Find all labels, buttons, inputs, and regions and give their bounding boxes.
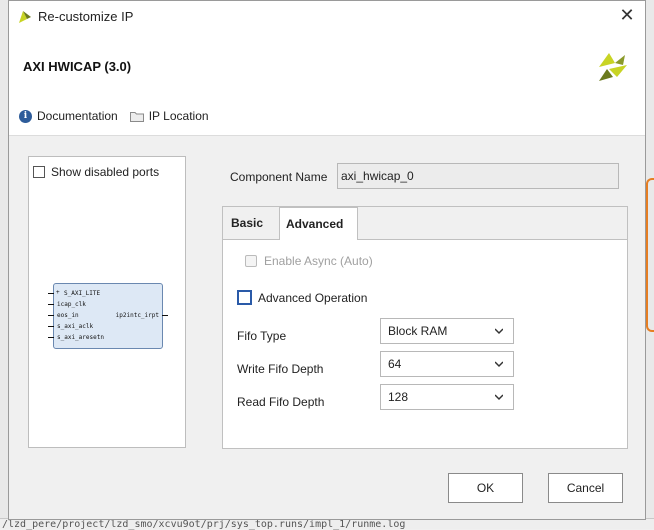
info-icon: i — [19, 109, 32, 123]
recustomize-ip-dialog: Re-customize IP ✕ AXI HWICAP (3.0) i Doc… — [8, 0, 646, 520]
read-fifo-depth-label: Read Fifo Depth — [237, 395, 325, 409]
fifo-type-value: Block RAM — [388, 324, 448, 338]
port-eos-in: eos_in — [57, 312, 79, 319]
title-bar: Re-customize IP ✕ — [9, 1, 645, 31]
chevron-down-icon — [495, 328, 503, 335]
advanced-tab-content: Enable Async (Auto) Advanced Operation F… — [223, 239, 627, 448]
port-s-axi-aresetn: s_axi_aresetn — [57, 334, 104, 341]
documentation-link[interactable]: i Documentation — [19, 109, 118, 123]
fifo-type-label: Fifo Type — [237, 329, 287, 343]
xilinx-logo-icon — [599, 53, 627, 81]
folder-icon — [129, 111, 144, 122]
read-fifo-depth-select[interactable]: 128 — [380, 384, 514, 410]
ip-location-link[interactable]: IP Location — [129, 109, 209, 123]
enable-async-checkbox — [245, 255, 257, 267]
show-disabled-ports-checkbox[interactable] — [33, 166, 45, 178]
ip-location-label: IP Location — [148, 109, 209, 123]
ip-symbol-panel: Show disabled ports + S_AXI_LITE icap_cl… — [28, 156, 186, 448]
pin-s-axi-aclk — [48, 326, 54, 327]
documentation-label: Documentation — [37, 109, 118, 123]
close-icon[interactable]: ✕ — [617, 5, 637, 25]
pin-s-axi-aresetn — [48, 337, 54, 338]
ip-block-symbol: + S_AXI_LITE icap_clk eos_in s_axi_aclk … — [48, 283, 168, 349]
component-name-label: Component Name — [230, 170, 328, 184]
show-disabled-ports-option[interactable]: Show disabled ports — [33, 165, 159, 179]
advanced-operation-checkbox[interactable] — [237, 290, 252, 305]
header-links: i Documentation IP Location — [19, 109, 221, 123]
component-name-input[interactable]: axi_hwicap_0 — [337, 163, 619, 189]
port-icap-clk: icap_clk — [57, 301, 86, 308]
config-tabs: Basic Enable Async (Auto) Advanced Opera… — [222, 206, 628, 449]
pin-ip2intc-irpt — [162, 315, 168, 316]
write-fifo-depth-select[interactable]: 64 — [380, 351, 514, 377]
port-s-axi-aclk: s_axi_aclk — [57, 323, 94, 330]
pin-icap-clk — [48, 304, 54, 305]
enable-async-option: Enable Async (Auto) — [245, 254, 373, 268]
background-highlight — [646, 178, 654, 332]
port-s-axi-lite: S_AXI_LITE — [64, 290, 101, 297]
port-plus-icon[interactable]: + — [56, 289, 60, 296]
tab-advanced[interactable]: Advanced — [279, 207, 358, 240]
enable-async-label: Enable Async (Auto) — [264, 254, 373, 268]
background-window-left — [0, 0, 8, 529]
ip-title: AXI HWICAP (3.0) — [23, 59, 132, 74]
vivado-logo-icon — [19, 11, 31, 23]
ip-header: AXI HWICAP (3.0) i Documentation IP Loca… — [9, 31, 645, 136]
write-fifo-depth-label: Write Fifo Depth — [237, 362, 324, 376]
read-fifo-depth-value: 128 — [388, 390, 409, 404]
advanced-operation-label: Advanced Operation — [258, 290, 368, 305]
fifo-type-select[interactable]: Block RAM — [380, 318, 514, 344]
chevron-down-icon — [495, 394, 503, 401]
pin-s-axi-lite — [48, 293, 54, 294]
chevron-down-icon — [495, 361, 503, 368]
show-disabled-ports-label: Show disabled ports — [51, 165, 160, 179]
cancel-button[interactable]: Cancel — [548, 473, 623, 503]
pin-eos-in — [48, 315, 54, 316]
write-fifo-depth-value: 64 — [388, 357, 402, 371]
advanced-operation-option[interactable]: Advanced Operation — [237, 290, 367, 305]
tab-basic[interactable]: Basic — [223, 207, 278, 239]
port-ip2intc-irpt: ip2intc_irpt — [115, 312, 159, 319]
window-title: Re-customize IP — [38, 9, 134, 24]
ok-button[interactable]: OK — [448, 473, 523, 503]
